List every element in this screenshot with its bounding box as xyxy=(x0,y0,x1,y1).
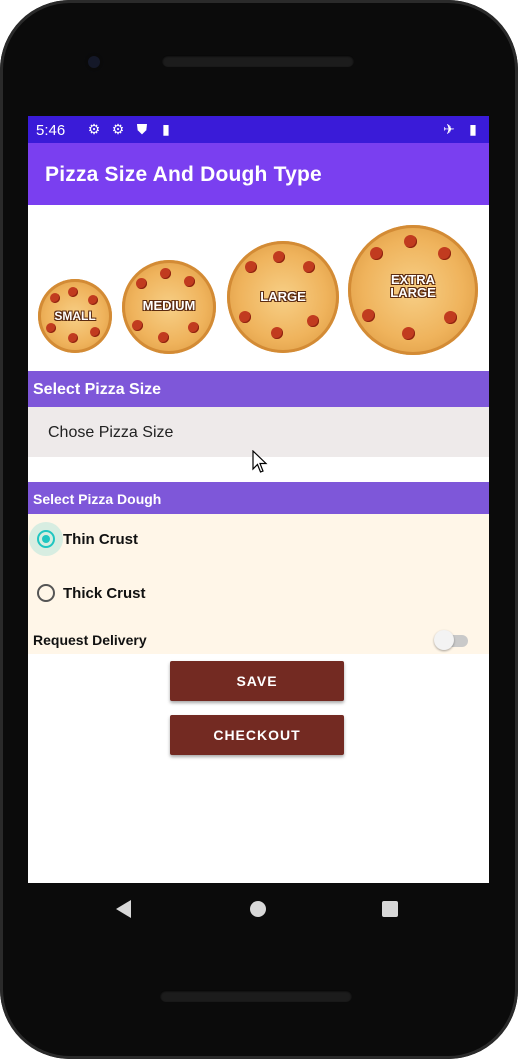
radio-unchecked-icon xyxy=(37,584,55,602)
status-right-icons: ✈ ▮ xyxy=(441,121,481,137)
back-icon[interactable] xyxy=(116,900,131,918)
settings-icon: ⚙ xyxy=(111,121,125,137)
app-title: Pizza Size And Dough Type xyxy=(45,163,322,186)
radio-thin-crust[interactable]: Thin Crust xyxy=(29,522,138,556)
radio-thick-crust-button[interactable] xyxy=(34,581,58,605)
pizza-label-large: LARGE xyxy=(260,289,306,304)
status-left-icons: ⚙ ⚙ ⛊ ▮ xyxy=(86,121,174,137)
request-delivery-row: Request Delivery xyxy=(33,630,473,652)
select-dough-label: Select Pizza Dough xyxy=(33,491,162,507)
pizza-label-medium: MEDIUM xyxy=(142,298,196,313)
select-dough-header: Select Pizza Dough xyxy=(28,482,489,514)
sd-card-icon: ▮ xyxy=(162,121,170,137)
radio-checked-icon xyxy=(37,530,55,548)
dough-panel: Thin Crust Thick Crust Request Delivery xyxy=(28,514,489,654)
pizza-small-image: SMALL xyxy=(38,279,112,353)
pizza-large-image: LARGE xyxy=(227,241,339,353)
request-delivery-label: Request Delivery xyxy=(33,632,147,648)
pizza-label-small: SMALL xyxy=(54,309,96,323)
phone-frame: 5:46 ⚙ ⚙ ⛊ ▮ ✈ ▮ Pizza Size And Dough Ty… xyxy=(0,0,518,1059)
system-nav-bar xyxy=(28,883,489,935)
top-speaker xyxy=(162,55,354,67)
pizza-size-spinner-text: Chose Pizza Size xyxy=(48,424,174,441)
pizza-size-banner: SMALL MEDIUM LARGE EXTRA LARGE xyxy=(28,205,489,371)
shield-icon: ⛊ xyxy=(136,121,148,137)
bottom-speaker xyxy=(160,990,352,1002)
thick-crust-label: Thick Crust xyxy=(63,584,146,602)
radio-thin-crust-button[interactable] xyxy=(29,522,63,556)
pizza-medium-image: MEDIUM xyxy=(122,260,216,354)
radio-thick-crust[interactable]: Thick Crust xyxy=(34,581,146,605)
pizza-extra-large-image: EXTRA LARGE xyxy=(348,225,478,355)
home-icon[interactable] xyxy=(250,901,266,917)
status-bar: 5:46 ⚙ ⚙ ⛊ ▮ ✈ ▮ xyxy=(28,116,489,143)
save-button[interactable]: SAVE xyxy=(170,661,344,701)
select-size-header: Select Pizza Size xyxy=(28,371,489,407)
app-screen: 5:46 ⚙ ⚙ ⛊ ▮ ✈ ▮ Pizza Size And Dough Ty… xyxy=(28,116,489,883)
airplane-mode-icon: ✈ xyxy=(443,121,455,137)
app-bar: Pizza Size And Dough Type xyxy=(28,143,489,205)
pizza-label-extra-large: EXTRA LARGE xyxy=(390,272,436,300)
thin-crust-label: Thin Crust xyxy=(63,530,138,548)
request-delivery-switch[interactable] xyxy=(434,630,470,650)
front-camera xyxy=(84,52,104,72)
settings-icon: ⚙ xyxy=(87,121,101,137)
select-size-label: Select Pizza Size xyxy=(33,381,162,398)
status-time: 5:46 xyxy=(36,122,66,139)
switch-thumb xyxy=(434,630,454,650)
mouse-cursor-icon xyxy=(252,450,268,473)
recents-icon[interactable] xyxy=(382,901,398,917)
checkout-button[interactable]: CHECKOUT xyxy=(170,715,344,755)
battery-icon: ▮ xyxy=(469,121,477,137)
